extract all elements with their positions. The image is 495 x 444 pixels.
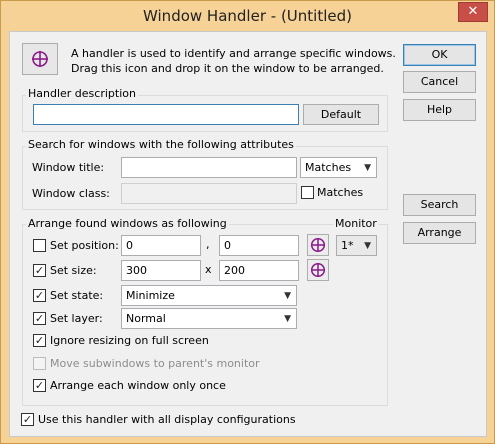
default-button[interactable]: Default bbox=[303, 104, 379, 125]
size-separator: x bbox=[205, 263, 212, 276]
position-separator: , bbox=[206, 238, 210, 251]
size-pick-button[interactable] bbox=[307, 259, 329, 281]
search-button[interactable]: Search bbox=[403, 194, 476, 216]
crosshair-icon bbox=[32, 51, 48, 67]
layer-select[interactable]: Normal ▼ bbox=[121, 308, 297, 329]
set-size-checkbox[interactable]: ✓ bbox=[33, 264, 46, 277]
crosshair-icon bbox=[310, 237, 326, 253]
set-position-checkbox[interactable] bbox=[33, 239, 46, 252]
layer-value: Normal bbox=[126, 312, 166, 325]
all-displays-checkbox[interactable]: ✓ bbox=[21, 413, 34, 426]
state-value: Minimize bbox=[126, 289, 175, 302]
intro-text-line2: Drag this icon and drop it on the window… bbox=[71, 62, 384, 75]
monitor-select[interactable]: 1* ▼ bbox=[336, 235, 377, 256]
window-class-label: Window class: bbox=[32, 187, 110, 200]
close-button[interactable]: ✕ bbox=[458, 2, 488, 22]
arrange-group-label: Arrange found windows as following bbox=[26, 217, 229, 230]
window-title: Window Handler - (Untitled) bbox=[143, 7, 352, 25]
drag-target-button[interactable] bbox=[22, 43, 58, 75]
arrange-button[interactable]: Arrange bbox=[403, 222, 476, 244]
title-match-select[interactable]: Matches ▼ bbox=[300, 157, 377, 178]
class-matches-label: Matches bbox=[317, 186, 364, 199]
window: Window Handler - (Untitled) ✕ A handler … bbox=[0, 0, 495, 444]
ignore-resizing-checkbox[interactable]: ✓ bbox=[33, 334, 46, 347]
dialog-client: A handler is used to identify and arrang… bbox=[9, 31, 487, 437]
chevron-down-icon: ▼ bbox=[284, 291, 291, 301]
all-displays-label: Use this handler with all display config… bbox=[38, 413, 296, 426]
title-match-value: Matches bbox=[305, 161, 352, 174]
description-group-label: Handler description bbox=[26, 87, 138, 100]
cancel-button[interactable]: Cancel bbox=[403, 71, 476, 93]
class-matches-checkbox[interactable] bbox=[301, 186, 314, 199]
position-y-input[interactable]: 0 bbox=[219, 235, 299, 256]
position-pick-button[interactable] bbox=[307, 234, 329, 256]
ignore-resizing-label: Ignore resizing on full screen bbox=[50, 334, 209, 347]
arrange-once-checkbox[interactable]: ✓ bbox=[33, 379, 46, 392]
search-group-label: Search for windows with the following at… bbox=[26, 138, 296, 151]
crosshair-icon bbox=[310, 262, 326, 278]
set-layer-label: Set layer: bbox=[50, 312, 103, 325]
move-subwindows-label: Move subwindows to parent's monitor bbox=[50, 357, 260, 370]
chevron-down-icon: ▼ bbox=[364, 163, 371, 173]
set-state-checkbox[interactable]: ✓ bbox=[33, 289, 46, 302]
size-width-input[interactable]: 300 bbox=[121, 260, 201, 281]
window-class-input[interactable] bbox=[121, 183, 297, 204]
set-position-label: Set position: bbox=[50, 239, 119, 252]
set-size-label: Set size: bbox=[50, 264, 97, 277]
help-button[interactable]: Help bbox=[403, 99, 476, 121]
window-title-input[interactable] bbox=[121, 157, 297, 178]
arrange-once-label: Arrange each window only once bbox=[50, 379, 226, 392]
ok-button[interactable]: OK bbox=[403, 44, 476, 66]
title-bar[interactable]: Window Handler - (Untitled) ✕ bbox=[1, 1, 494, 32]
window-title-label: Window title: bbox=[32, 161, 105, 174]
monitor-value: 1* bbox=[341, 239, 354, 252]
size-height-input[interactable]: 200 bbox=[219, 260, 299, 281]
description-input[interactable] bbox=[33, 104, 299, 125]
move-subwindows-checkbox[interactable] bbox=[33, 357, 46, 370]
set-layer-checkbox[interactable]: ✓ bbox=[33, 312, 46, 325]
monitor-label: Monitor bbox=[333, 217, 379, 230]
position-x-input[interactable]: 0 bbox=[121, 235, 201, 256]
state-select[interactable]: Minimize ▼ bbox=[121, 285, 297, 306]
intro-text-line1: A handler is used to identify and arrang… bbox=[71, 47, 396, 60]
close-icon: ✕ bbox=[467, 4, 479, 19]
set-state-label: Set state: bbox=[50, 289, 104, 302]
chevron-down-icon: ▼ bbox=[284, 314, 291, 324]
chevron-down-icon: ▼ bbox=[364, 241, 371, 251]
